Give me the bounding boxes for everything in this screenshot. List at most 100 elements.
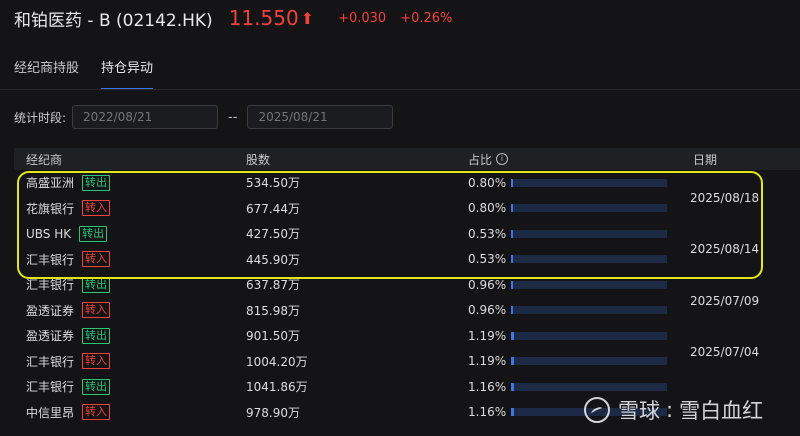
price-change: +0.030: [338, 10, 387, 26]
broker-cell: 高盛亚洲 转出: [14, 174, 234, 191]
watermark-author: 雪白血红: [679, 399, 764, 423]
shares-cell: 677.44万: [246, 201, 300, 216]
tab-broker-holdings[interactable]: 经纪商持股: [14, 58, 79, 88]
shares-cell: 978.90万: [246, 405, 300, 420]
ratio-cell: 0.80%: [468, 201, 507, 216]
column-header-broker[interactable]: 经纪商: [14, 151, 234, 168]
ratio-bar-track: [511, 280, 667, 289]
holding-changes-table: 经纪商 股数 占比 i 日期 高盛亚洲 转出 534.50万 0.80% 花旗银行 转入 6…: [14, 148, 800, 425]
ratio-bar-cell: [501, 280, 671, 289]
ratio-bar-fill: [511, 229, 513, 238]
table-row[interactable]: 汇丰银行 转入 445.90万 0.53%: [14, 247, 800, 273]
column-header-date[interactable]: 日期: [671, 151, 800, 168]
transfer-badge: 转出: [79, 225, 108, 242]
table-row[interactable]: 汇丰银行 转入 1004.20万 1.19%: [14, 349, 800, 375]
ratio-bar-cell: [501, 357, 671, 366]
stock-price: 11.550: [228, 6, 299, 30]
ratio-bar-track: [511, 204, 667, 213]
info-icon[interactable]: i: [496, 153, 509, 165]
shares-cell: 815.98万: [246, 303, 300, 318]
broker-name[interactable]: 盈透证券: [26, 327, 74, 344]
ratio-bar-cell: [501, 306, 671, 315]
ratio-bar-track: [511, 382, 667, 391]
table-row[interactable]: 盈透证券 转入 815.98万 0.96%: [14, 298, 800, 324]
broker-name[interactable]: 高盛亚洲: [26, 174, 74, 191]
transfer-badge: 转出: [82, 378, 111, 395]
transfer-badge: 转出: [82, 327, 111, 344]
ratio-bar-fill: [511, 331, 514, 340]
period-filter: 统计时段: --: [14, 104, 394, 130]
ratio-bar-track: [511, 178, 667, 187]
ratio-cell: 1.16%: [468, 405, 507, 420]
broker-name[interactable]: UBS HK: [26, 227, 71, 241]
table-row[interactable]: 高盛亚洲 转出 534.50万 0.80%: [14, 170, 800, 196]
transfer-badge: 转出: [82, 174, 111, 191]
ratio-bar-fill: [511, 255, 513, 264]
table-row[interactable]: UBS HK 转出 427.50万 0.53%: [14, 221, 800, 247]
shares-cell: 427.50万: [246, 227, 300, 242]
broker-cell: 中信里昂 转入: [14, 404, 234, 421]
broker-name[interactable]: 汇丰银行: [26, 378, 74, 395]
table-row[interactable]: 盈透证券 转出 901.50万 1.19%: [14, 323, 800, 349]
broker-name[interactable]: 花旗银行: [26, 200, 74, 217]
watermark: 雪球 : 雪白血红: [584, 395, 763, 425]
table-row[interactable]: 汇丰银行 转出 637.87万 0.96%: [14, 272, 800, 298]
tab-bar: 经纪商持股 持仓异动: [14, 58, 175, 90]
tab-holding-changes[interactable]: 持仓异动: [101, 58, 154, 90]
ratio-bar-track: [511, 255, 667, 264]
column-header-ratio[interactable]: 占比 i: [456, 151, 671, 168]
ratio-bar-fill: [511, 204, 513, 213]
ratio-bar-fill: [511, 357, 514, 366]
broker-name[interactable]: 汇丰银行: [26, 353, 74, 370]
column-header-shares[interactable]: 股数: [234, 151, 456, 168]
ratio-bar-cell: [501, 255, 671, 264]
shares-cell: 901.50万: [246, 329, 300, 344]
date-cell: 2025/08/18: [690, 191, 760, 205]
broker-cell: 盈透证券 转出: [14, 327, 234, 344]
table-header: 经纪商 股数 占比 i 日期: [14, 148, 800, 170]
broker-cell: 花旗银行 转入: [14, 200, 234, 217]
end-date-input[interactable]: [247, 105, 394, 129]
transfer-badge: 转入: [82, 251, 111, 268]
ratio-cell: 1.19%: [468, 354, 507, 369]
broker-cell: 汇丰银行 转入: [14, 353, 234, 370]
table-row[interactable]: 花旗银行 转入 677.44万 0.80%: [14, 196, 800, 222]
column-header-ratio-label: 占比: [468, 152, 493, 167]
date-cell: 2025/07/09: [690, 294, 760, 308]
ratio-cell: 1.19%: [468, 328, 507, 343]
ratio-cell: 1.16%: [468, 379, 507, 394]
period-label: 统计时段:: [14, 110, 67, 125]
ratio-cell: 0.53%: [468, 252, 507, 267]
up-arrow-icon: ⬆: [300, 8, 315, 28]
ratio-bar-fill: [511, 280, 514, 289]
shares-cell: 1004.20万: [246, 354, 308, 369]
ratio-bar-cell: [501, 204, 671, 213]
date-separator: --: [228, 109, 238, 125]
shares-cell: 637.87万: [246, 278, 300, 293]
ratio-bar-cell: [501, 331, 671, 340]
shares-cell: 445.90万: [246, 252, 300, 267]
broker-cell: 汇丰银行 转出: [14, 276, 234, 293]
transfer-badge: 转入: [82, 200, 111, 217]
stock-name: 和铂医药 - B (02142.HK): [14, 10, 213, 31]
shares-cell: 1041.86万: [246, 380, 308, 395]
ratio-bar-fill: [511, 382, 514, 391]
watermark-brand: 雪球: [618, 399, 660, 423]
ratio-cell: 0.96%: [468, 277, 507, 292]
tabs-divider: [0, 89, 800, 90]
broker-cell: 汇丰银行 转入: [14, 251, 234, 268]
ratio-bar-track: [511, 229, 667, 238]
watermark-separator: :: [666, 398, 674, 422]
ratio-bar-cell: [501, 178, 671, 187]
transfer-badge: 转入: [82, 404, 111, 421]
start-date-input[interactable]: [72, 105, 219, 129]
broker-name[interactable]: 盈透证券: [26, 302, 74, 319]
broker-name[interactable]: 中信里昂: [26, 404, 74, 421]
broker-name[interactable]: 汇丰银行: [26, 251, 74, 268]
ratio-bar-fill: [511, 408, 514, 417]
stock-header: 和铂医药 - B (02142.HK) 11.550 ⬆ +0.030 +0.2…: [14, 6, 452, 31]
ratio-cell: 0.53%: [468, 226, 507, 241]
ratio-bar-cell: [501, 382, 671, 391]
table-body: 高盛亚洲 转出 534.50万 0.80% 花旗银行 转入 677.44万 0.80% UBS …: [14, 170, 800, 425]
broker-name[interactable]: 汇丰银行: [26, 276, 74, 293]
